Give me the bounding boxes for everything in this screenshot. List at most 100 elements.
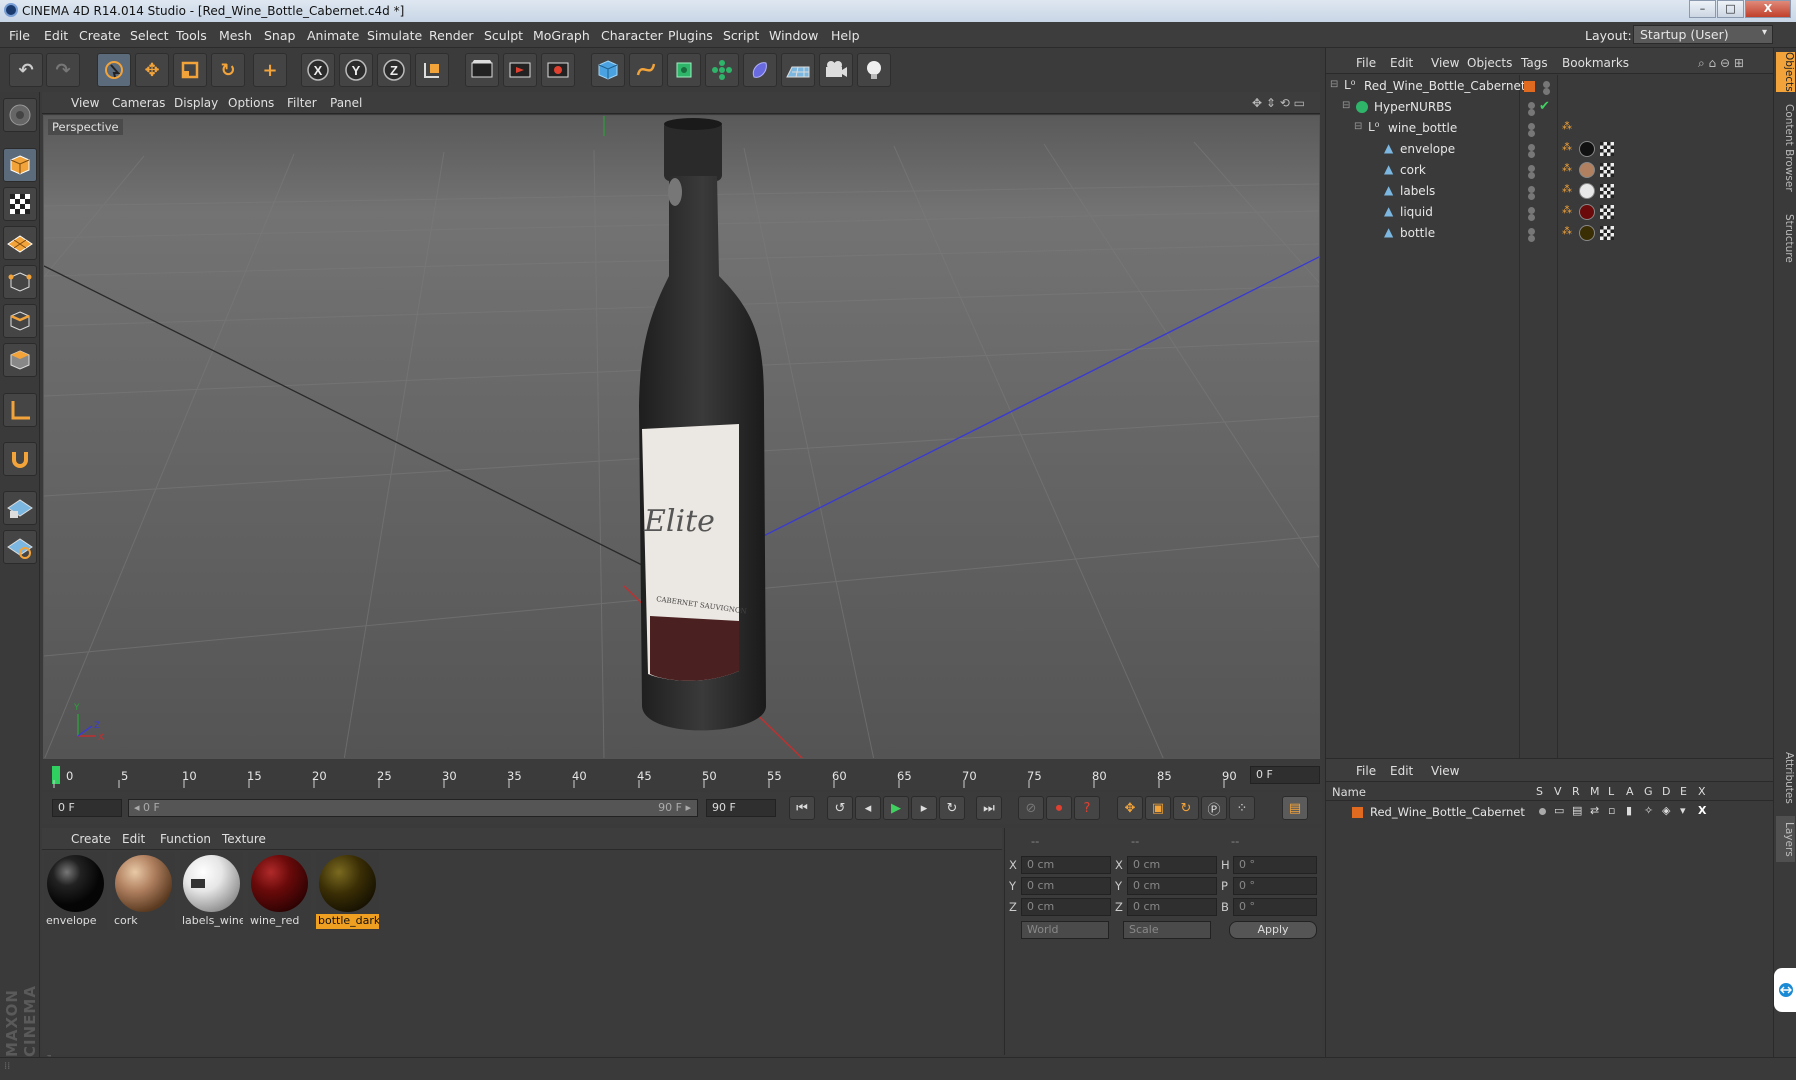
menu-mesh[interactable]: Mesh <box>219 28 252 43</box>
coord-pos-y-field[interactable]: 0 cm <box>1021 877 1111 895</box>
object-row-liquid[interactable]: ▲ liquid ⁂ <box>1326 202 1774 223</box>
move-icon[interactable]: ✥ <box>135 53 169 87</box>
end-frame-field[interactable]: 90 F <box>706 799 776 817</box>
polygons-mode-icon[interactable] <box>3 343 37 377</box>
mat-menu-texture[interactable]: Texture <box>222 832 266 846</box>
key-parameter-icon[interactable]: Ⓟ <box>1201 796 1227 820</box>
mat-menu-edit[interactable]: Edit <box>122 832 145 846</box>
go-to-end-icon[interactable]: ⏭ <box>976 796 1002 820</box>
coord-size-z-field[interactable]: 0 cm <box>1127 898 1217 916</box>
tab-attributes[interactable]: Attributes <box>1776 748 1795 808</box>
points-mode-icon[interactable] <box>3 265 37 299</box>
spline-pen-icon[interactable] <box>629 53 663 87</box>
start-frame-field[interactable]: 0 F <box>52 799 122 817</box>
menu-animate[interactable]: Animate <box>307 28 359 43</box>
record-icon[interactable]: ⏺ <box>1046 796 1072 820</box>
layer-lock-icon[interactable]: ▫ <box>1608 804 1615 817</box>
om-menu-objects[interactable]: Objects <box>1467 56 1512 70</box>
auto-keying-icon[interactable]: ? <box>1074 796 1100 820</box>
close-button[interactable]: X <box>1745 0 1791 18</box>
texture-mode-icon[interactable] <box>3 187 37 221</box>
mat-menu-function[interactable]: Function <box>160 832 211 846</box>
material-labels-wine[interactable]: labels_wine <box>180 852 243 930</box>
cube-icon[interactable] <box>591 53 625 87</box>
menu-render[interactable]: Render <box>429 28 474 43</box>
object-row-hypernurbs[interactable]: ⊟ HyperNURBS ✔ <box>1326 97 1774 118</box>
om-toolbar-icons[interactable]: ⌕ ⌂ ⊖ ⊞ <box>1698 56 1744 71</box>
timeline-ruler[interactable]: 0 5 10 15 20 25 30 35 40 45 50 55 60 65 … <box>42 760 1322 790</box>
material-tag-icon[interactable] <box>1579 225 1595 241</box>
coord-rot-b-field[interactable]: 0 ° <box>1233 898 1317 916</box>
material-bottle-dark[interactable]: bottle_dark <box>316 852 379 930</box>
rotate-icon[interactable]: ↻ <box>211 53 245 87</box>
layer-deformers-icon[interactable]: ◈ <box>1662 804 1670 817</box>
phong-tag-icon[interactable]: ⁂ <box>1562 205 1572 216</box>
lm-menu-view[interactable]: View <box>1431 764 1459 778</box>
uvw-tag-icon[interactable] <box>1600 226 1614 240</box>
light-icon[interactable] <box>857 53 891 87</box>
menu-help[interactable]: Help <box>831 28 860 43</box>
go-to-start-icon[interactable]: ⏮ <box>789 796 815 820</box>
material-cork[interactable]: cork <box>112 852 175 930</box>
menu-character[interactable]: Character <box>601 28 663 43</box>
redo-icon[interactable]: ↷ <box>46 53 80 87</box>
tab-objects[interactable]: Objects <box>1776 52 1795 92</box>
uvw-tag-icon[interactable] <box>1600 142 1614 156</box>
menu-sculpt[interactable]: Sculpt <box>484 28 523 43</box>
material-tag-icon[interactable] <box>1579 141 1595 157</box>
om-menu-bookmarks[interactable]: Bookmarks <box>1562 56 1629 70</box>
uvw-tag-icon[interactable] <box>1600 184 1614 198</box>
scale-icon[interactable] <box>173 53 207 87</box>
vp-menu-panel[interactable]: Panel <box>330 96 362 110</box>
coord-rot-p-field[interactable]: 0 ° <box>1233 877 1317 895</box>
key-scale-icon[interactable]: ▣ <box>1145 796 1171 820</box>
om-menu-view[interactable]: View <box>1431 56 1459 70</box>
coord-size-y-field[interactable]: 0 cm <box>1127 877 1217 895</box>
layer-color-icon[interactable] <box>1352 807 1363 818</box>
material-envelope[interactable]: envelope <box>44 852 107 930</box>
coord-size-mode-select[interactable]: Scale <box>1123 921 1211 939</box>
phong-tag-icon[interactable]: ⁂ <box>1562 142 1572 153</box>
menu-simulate[interactable]: Simulate <box>367 28 422 43</box>
enabled-check-icon[interactable]: ✔ <box>1539 99 1550 114</box>
deformer-icon[interactable] <box>743 53 777 87</box>
object-row-labels[interactable]: ▲ labels ⁂ <box>1326 181 1774 202</box>
live-selection-icon[interactable] <box>97 53 131 87</box>
x-axis-lock-icon[interactable]: X <box>301 53 335 87</box>
key-position-icon[interactable]: ✥ <box>1117 796 1143 820</box>
vp-menu-options[interactable]: Options <box>228 96 274 110</box>
snap-rotate-icon[interactable] <box>3 530 37 564</box>
subdivision-surface-icon[interactable] <box>667 53 701 87</box>
next-key-icon[interactable]: ↻ <box>939 796 965 820</box>
menu-window[interactable]: Window <box>769 28 818 43</box>
maximize-button[interactable]: □ <box>1717 0 1744 18</box>
lm-menu-file[interactable]: File <box>1356 764 1376 778</box>
minimize-button[interactable]: – <box>1689 0 1716 18</box>
menu-snap[interactable]: Snap <box>264 28 295 43</box>
vp-menu-display[interactable]: Display <box>174 96 218 110</box>
apply-button[interactable]: Apply <box>1229 921 1317 939</box>
object-row-bottle[interactable]: ▲ bottle ⁂ <box>1326 223 1774 244</box>
object-row-wine-bottle[interactable]: ⊟ L⁰ wine_bottle ⁂ <box>1326 118 1774 139</box>
phong-tag-icon[interactable]: ⁂ <box>1562 121 1572 132</box>
menu-plugins[interactable]: Plugins <box>668 28 713 43</box>
next-frame-icon[interactable]: ▸ <box>911 796 937 820</box>
y-axis-lock-icon[interactable]: Y <box>339 53 373 87</box>
vp-menu-filter[interactable]: Filter <box>287 96 317 110</box>
vp-menu-view[interactable]: View <box>71 96 99 110</box>
model-mode-icon[interactable] <box>3 148 37 182</box>
timeline-window-icon[interactable]: ▤ <box>1282 796 1308 820</box>
menu-mograph[interactable]: MoGraph <box>533 28 590 43</box>
record-keys-disabled-icon[interactable]: ⊘ <box>1018 796 1044 820</box>
layout-select[interactable]: Startup (User) ▾ <box>1633 25 1773 44</box>
menu-script[interactable]: Script <box>723 28 759 43</box>
layer-manager-icon[interactable]: ⇄ <box>1590 804 1599 817</box>
menu-edit[interactable]: Edit <box>44 28 68 43</box>
menu-create[interactable]: Create <box>79 28 121 43</box>
lm-menu-edit[interactable]: Edit <box>1390 764 1413 778</box>
current-frame-field[interactable]: 0 F <box>1250 766 1320 784</box>
camera-icon[interactable] <box>819 53 853 87</box>
phong-tag-icon[interactable]: ⁂ <box>1562 163 1572 174</box>
tab-layers[interactable]: Layers <box>1776 816 1795 862</box>
render-settings-icon[interactable] <box>541 53 575 87</box>
